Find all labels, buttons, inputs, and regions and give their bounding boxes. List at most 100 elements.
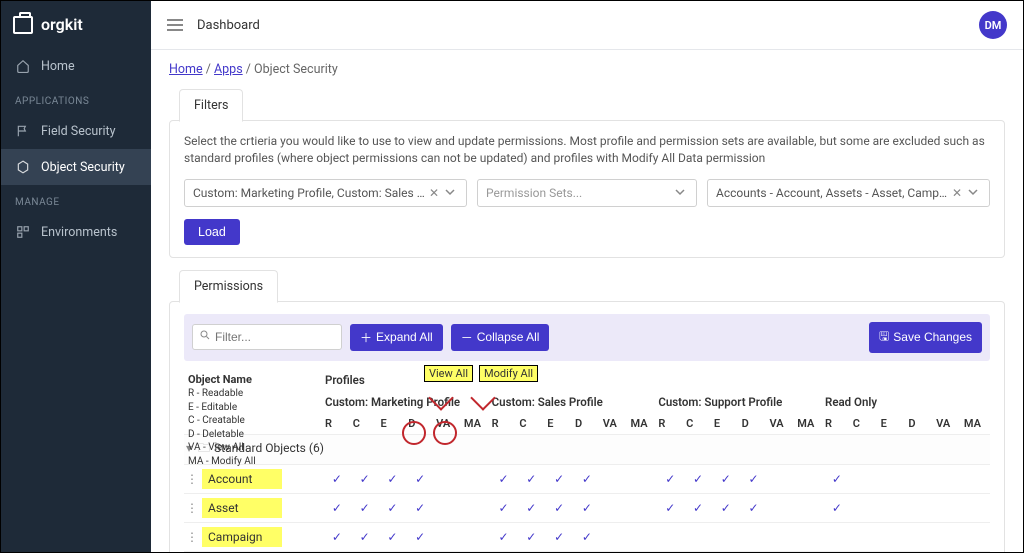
perm-cell[interactable] (767, 551, 795, 552)
perm-cell[interactable] (462, 464, 490, 493)
sidebar-item-environments[interactable]: Environments (1, 214, 151, 250)
perm-cell[interactable] (434, 464, 462, 493)
perm-cell[interactable]: ✓ (656, 493, 684, 522)
perm-cell[interactable] (879, 551, 907, 552)
clear-icon[interactable]: ✕ (949, 186, 965, 200)
perm-cell[interactable]: ✓ (351, 493, 379, 522)
menu-toggle-icon[interactable] (167, 19, 183, 31)
perm-cell[interactable] (934, 493, 962, 522)
perm-cell[interactable] (795, 551, 823, 552)
perm-cell[interactable] (851, 493, 879, 522)
perm-cell[interactable] (656, 522, 684, 551)
perm-cell[interactable] (767, 493, 795, 522)
perm-cell[interactable] (767, 522, 795, 551)
perm-cell[interactable]: ✓ (573, 493, 601, 522)
clear-icon[interactable]: ✕ (426, 186, 442, 200)
perm-cell[interactable] (629, 551, 657, 552)
perm-cell[interactable]: ✓ (323, 551, 351, 552)
perm-cell[interactable] (962, 551, 990, 552)
perm-cell[interactable]: ✓ (490, 464, 518, 493)
perm-cell[interactable]: ✓ (684, 464, 712, 493)
perm-cell[interactable]: ✓ (823, 464, 851, 493)
perm-cell[interactable]: ✓ (517, 551, 545, 552)
perm-cell[interactable]: ✓ (379, 493, 407, 522)
perm-cell[interactable] (906, 493, 934, 522)
perm-cell[interactable]: ✓ (490, 551, 518, 552)
perm-cell[interactable] (629, 493, 657, 522)
perm-cell[interactable] (851, 551, 879, 552)
perm-cell[interactable] (934, 464, 962, 493)
perm-cell[interactable] (823, 522, 851, 551)
perm-cell[interactable] (962, 493, 990, 522)
perm-cell[interactable]: ✓ (740, 551, 768, 552)
perm-cell[interactable] (434, 493, 462, 522)
perm-cell[interactable]: ✓ (323, 464, 351, 493)
perm-cell[interactable]: ✓ (573, 464, 601, 493)
perm-cell[interactable] (879, 464, 907, 493)
breadcrumb-apps[interactable]: Apps (214, 62, 243, 77)
perm-cell[interactable] (434, 551, 462, 552)
perm-cell[interactable] (684, 522, 712, 551)
perm-cell[interactable] (601, 551, 629, 552)
load-button[interactable]: Load (184, 219, 240, 245)
perm-cell[interactable] (434, 522, 462, 551)
breadcrumb-home[interactable]: Home (169, 62, 203, 77)
perm-cell[interactable]: ✓ (490, 522, 518, 551)
perm-cell[interactable]: ✓ (351, 551, 379, 552)
perm-cell[interactable]: ✓ (323, 493, 351, 522)
drag-handle-icon[interactable]: ⋮ (186, 530, 202, 544)
perm-cell[interactable] (601, 522, 629, 551)
drag-handle-icon[interactable]: ⋮ (186, 501, 202, 515)
perm-cell[interactable]: ✓ (406, 522, 434, 551)
perm-cell[interactable] (795, 464, 823, 493)
perm-cell[interactable]: ✓ (545, 464, 573, 493)
search-input[interactable] (215, 330, 335, 344)
filters-tab[interactable]: Filters (179, 89, 243, 122)
perm-cell[interactable]: ✓ (545, 551, 573, 552)
avatar[interactable]: DM (979, 11, 1007, 39)
perm-cell[interactable]: ✓ (323, 522, 351, 551)
permsets-combo[interactable]: Permission Sets... (477, 179, 697, 207)
perm-cell[interactable]: ✓ (712, 493, 740, 522)
perm-cell[interactable]: ✓ (517, 464, 545, 493)
chevron-down-icon[interactable] (442, 186, 458, 200)
perm-cell[interactable]: ✓ (573, 522, 601, 551)
perm-cell[interactable]: ✓ (573, 551, 601, 552)
perm-cell[interactable]: ✓ (351, 522, 379, 551)
perm-cell[interactable]: ✓ (490, 493, 518, 522)
perm-cell[interactable] (879, 522, 907, 551)
perm-cell[interactable] (906, 522, 934, 551)
perm-cell[interactable]: ✓ (517, 493, 545, 522)
profiles-combo[interactable]: Custom: Marketing Profile, Custom: Sales… (184, 179, 467, 207)
sidebar-item-home[interactable]: Home (1, 48, 151, 84)
perm-cell[interactable] (906, 551, 934, 552)
perm-cell[interactable]: ✓ (656, 551, 684, 552)
perm-cell[interactable] (767, 464, 795, 493)
perm-cell[interactable]: ✓ (406, 551, 434, 552)
perm-cell[interactable] (879, 493, 907, 522)
objects-combo[interactable]: Accounts - Account, Assets - Asset, Camp… (707, 179, 990, 207)
perm-cell[interactable]: ✓ (740, 493, 768, 522)
group-row[interactable]: ▾🗀Standard Objects (6) (184, 434, 990, 464)
drag-handle-icon[interactable]: ⋮ (186, 472, 202, 486)
perm-cell[interactable] (601, 493, 629, 522)
perm-cell[interactable]: ✓ (379, 464, 407, 493)
perm-cell[interactable]: ✓ (656, 464, 684, 493)
perm-cell[interactable]: ✓ (351, 464, 379, 493)
perm-cell[interactable]: ✓ (712, 464, 740, 493)
perm-cell[interactable]: ✓ (517, 522, 545, 551)
perm-cell[interactable]: ✓ (823, 493, 851, 522)
perm-cell[interactable] (795, 522, 823, 551)
perm-cell[interactable] (629, 522, 657, 551)
perm-cell[interactable] (934, 551, 962, 552)
perm-cell[interactable] (740, 522, 768, 551)
perm-cell[interactable] (462, 493, 490, 522)
perm-cell[interactable] (795, 493, 823, 522)
perm-cell[interactable]: ✓ (823, 551, 851, 552)
save-changes-button[interactable]: 🖫 Save Changes (869, 322, 982, 353)
search-box[interactable] (192, 324, 342, 350)
perm-cell[interactable]: ✓ (684, 493, 712, 522)
perm-cell[interactable] (462, 551, 490, 552)
expand-all-button[interactable]: ＋ Expand All (350, 324, 443, 351)
sidebar-item-object-security[interactable]: Object Security (1, 149, 151, 185)
